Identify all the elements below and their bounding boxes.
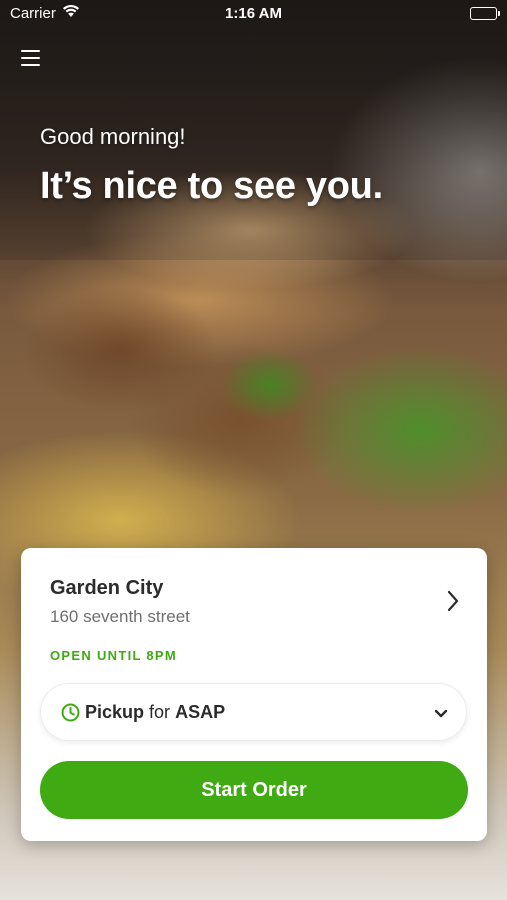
order-mode-connector: for [149, 702, 171, 722]
store-name: Garden City [50, 577, 164, 599]
chevron-right-icon [447, 590, 459, 617]
start-order-button[interactable]: Start Order [40, 761, 468, 819]
order-mode-select[interactable]: Pickup for ASAP [40, 683, 467, 741]
chevron-down-icon [434, 706, 448, 724]
clock-icon [61, 703, 80, 727]
status-bar: Carrier 1:16 AM [0, 0, 507, 28]
menu-icon[interactable] [21, 50, 40, 66]
store-address: 160 seventh street [50, 607, 190, 626]
headline: It’s nice to see you. [40, 165, 383, 207]
order-time: ASAP [175, 702, 226, 722]
status-time: 1:16 AM [225, 5, 282, 22]
battery-icon [470, 7, 500, 20]
order-mode: Pickup [85, 702, 145, 722]
store-card: Garden City 160 seventh street OPEN UNTI… [21, 548, 487, 841]
greeting: Good morning! [40, 124, 186, 149]
order-mode-text: Pickup for ASAP [85, 702, 225, 723]
store-selector[interactable]: Garden City 160 seventh street [21, 548, 487, 638]
store-hours: OPEN UNTIL 8PM [50, 648, 178, 663]
